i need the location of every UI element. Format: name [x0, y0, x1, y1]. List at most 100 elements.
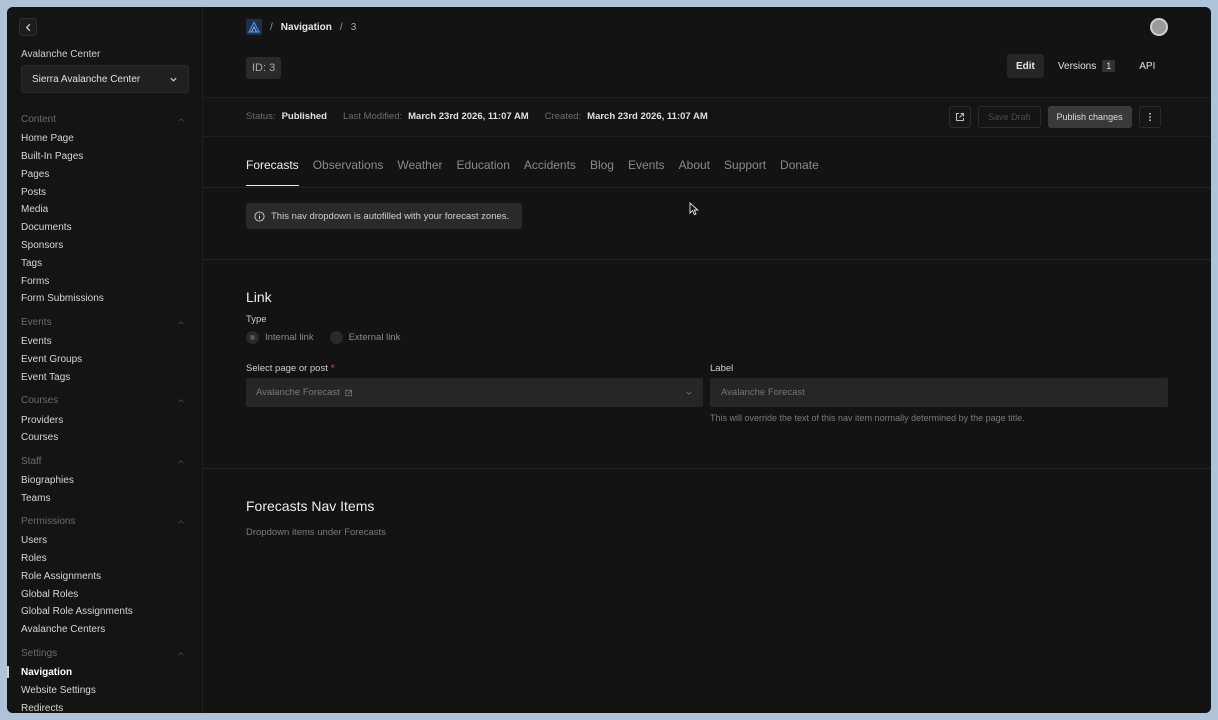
status-label: Status:: [246, 111, 276, 122]
radio-selected-icon: [246, 331, 259, 344]
sidebar-item-form-submissions[interactable]: Form Submissions: [21, 293, 104, 304]
sidebar-item-roles[interactable]: Roles: [21, 553, 47, 564]
required-marker: *: [330, 363, 335, 374]
sidebar-item-biographies[interactable]: Biographies: [21, 475, 74, 486]
app-logo[interactable]: [246, 19, 262, 35]
external-link-radio[interactable]: External link: [329, 331, 401, 344]
tab-weather[interactable]: Weather: [397, 158, 442, 186]
sidebar-item-event-groups[interactable]: Event Groups: [21, 354, 82, 365]
nav-items-section-subtitle: Dropdown items under Forecasts: [246, 527, 386, 538]
info-banner: This nav dropdown is autofilled with you…: [246, 203, 522, 229]
nav-group-permissions[interactable]: Permissions: [21, 516, 185, 527]
status-bar: Status: Published Last Modified: March 2…: [203, 97, 1211, 137]
sidebar-item-sponsors[interactable]: Sponsors: [21, 240, 63, 251]
sidebar-item-users[interactable]: Users: [21, 535, 47, 546]
label-help-text: This will override the text of this nav …: [710, 413, 1025, 423]
tab-support[interactable]: Support: [724, 158, 766, 186]
sidebar-item-role-assignments[interactable]: Role Assignments: [21, 571, 101, 582]
sidebar-item-forms[interactable]: Forms: [21, 276, 49, 287]
avalanche-center-select-value: Sierra Avalanche Center: [32, 73, 141, 85]
breadcrumb-navigation[interactable]: Navigation: [281, 22, 332, 33]
edit-tab-button[interactable]: Edit: [1007, 54, 1044, 78]
sidebar-item-documents[interactable]: Documents: [21, 222, 72, 233]
mouse-cursor-icon: [689, 202, 699, 216]
sidebar-item-pages[interactable]: Pages: [21, 169, 49, 180]
sidebar-item-home-page[interactable]: Home Page: [21, 133, 74, 144]
edit-icon[interactable]: [345, 389, 353, 397]
sidebar-item-avalanche-centers[interactable]: Avalanche Centers: [21, 624, 105, 635]
sidebar-item-posts[interactable]: Posts: [21, 187, 46, 198]
api-tab-button[interactable]: API: [1129, 54, 1165, 78]
sidebar-item-event-tags[interactable]: Event Tags: [21, 372, 70, 383]
chevron-down-icon: [686, 390, 692, 395]
last-modified-value: March 23rd 2026, 11:07 AM: [408, 111, 529, 122]
tab-blog[interactable]: Blog: [590, 158, 614, 186]
sidebar-item-teams[interactable]: Teams: [21, 493, 50, 504]
versions-count-badge: 1: [1102, 60, 1116, 72]
main-content: / Navigation / 3 ID: 3 Edit Versions 1 A…: [203, 7, 1211, 713]
select-page-label: Select page or post *: [246, 363, 335, 374]
radio-unselected-icon: [329, 331, 343, 344]
more-options-button[interactable]: [1138, 106, 1161, 128]
avalanche-center-select[interactable]: Sierra Avalanche Center: [21, 65, 189, 93]
more-vertical-icon: [1148, 112, 1151, 122]
nav-items-section-title: Forecasts Nav Items: [246, 498, 375, 514]
save-draft-button[interactable]: Save Draft: [978, 106, 1041, 128]
tab-observations[interactable]: Observations: [313, 158, 384, 186]
sidebar-item-courses[interactable]: Courses: [21, 432, 58, 443]
internal-link-radio[interactable]: Internal link: [246, 331, 314, 344]
chevron-left-icon: [25, 23, 30, 31]
sidebar-item-global-role-assignments[interactable]: Global Role Assignments: [21, 606, 133, 617]
chevron-down-icon: [170, 77, 177, 82]
status-value: Published: [281, 111, 327, 122]
document-actions: Save Draft Publish changes: [949, 106, 1161, 128]
user-avatar[interactable]: [1150, 18, 1168, 36]
section-divider: [203, 468, 1211, 469]
nav-group-staff[interactable]: Staff: [21, 456, 185, 467]
nav-group-settings[interactable]: Settings: [21, 648, 185, 659]
tab-education[interactable]: Education: [457, 158, 510, 186]
sidebar-item-navigation[interactable]: Navigation: [21, 667, 72, 678]
tab-events[interactable]: Events: [628, 158, 665, 186]
nav-group-content[interactable]: Content: [21, 114, 185, 125]
sidebar-item-events[interactable]: Events: [21, 336, 52, 347]
breadcrumb-separator: /: [270, 21, 273, 33]
selected-page-value: Avalanche Forecast: [256, 387, 340, 398]
created-value: March 23rd 2026, 11:07 AM: [587, 111, 708, 122]
sidebar-item-tags[interactable]: Tags: [21, 258, 42, 269]
sidebar-item-media[interactable]: Media: [21, 204, 48, 215]
mountain-logo-icon: [248, 21, 260, 33]
sidebar: Avalanche Center Sierra Avalanche Center…: [7, 7, 203, 713]
sidebar-item-built-in-pages[interactable]: Built-In Pages: [21, 151, 83, 162]
collapse-sidebar-button[interactable]: [19, 18, 37, 36]
nav-group-events[interactable]: Events: [21, 317, 185, 328]
breadcrumb: / Navigation / 3: [246, 19, 356, 35]
tab-forecasts[interactable]: Forecasts: [246, 158, 299, 186]
versions-label: Versions: [1057, 60, 1097, 72]
created-label: Created:: [544, 111, 582, 122]
avalanche-center-label: Avalanche Center: [21, 49, 101, 60]
view-actions: Edit Versions 1 API: [1007, 54, 1165, 78]
label-input[interactable]: [710, 378, 1168, 407]
sidebar-item-redirects[interactable]: Redirects: [21, 703, 63, 713]
document-id-chip: ID: 3: [246, 57, 282, 79]
breadcrumb-current: 3: [350, 21, 357, 33]
chevron-up-icon: [178, 320, 184, 325]
tab-accidents[interactable]: Accidents: [524, 158, 576, 186]
breadcrumb-separator: /: [339, 21, 343, 33]
select-page-or-post-dropdown[interactable]: Avalanche Forecast: [246, 378, 703, 407]
chevron-up-icon: [178, 398, 184, 403]
info-icon: [254, 210, 265, 222]
tab-about[interactable]: About: [679, 158, 710, 186]
versions-tab-button[interactable]: Versions 1: [1050, 54, 1123, 78]
nav-group-courses[interactable]: Courses: [21, 395, 185, 406]
publish-changes-button[interactable]: Publish changes: [1047, 106, 1132, 128]
tab-donate[interactable]: Donate: [780, 158, 819, 186]
type-label: Type: [246, 314, 267, 325]
external-link-label: External link: [348, 332, 401, 343]
sidebar-item-global-roles[interactable]: Global Roles: [21, 589, 78, 600]
chevron-up-icon: [178, 651, 184, 656]
sidebar-item-providers[interactable]: Providers: [21, 415, 63, 426]
open-in-new-tab-button[interactable]: [949, 106, 971, 128]
sidebar-item-website-settings[interactable]: Website Settings: [21, 685, 96, 696]
